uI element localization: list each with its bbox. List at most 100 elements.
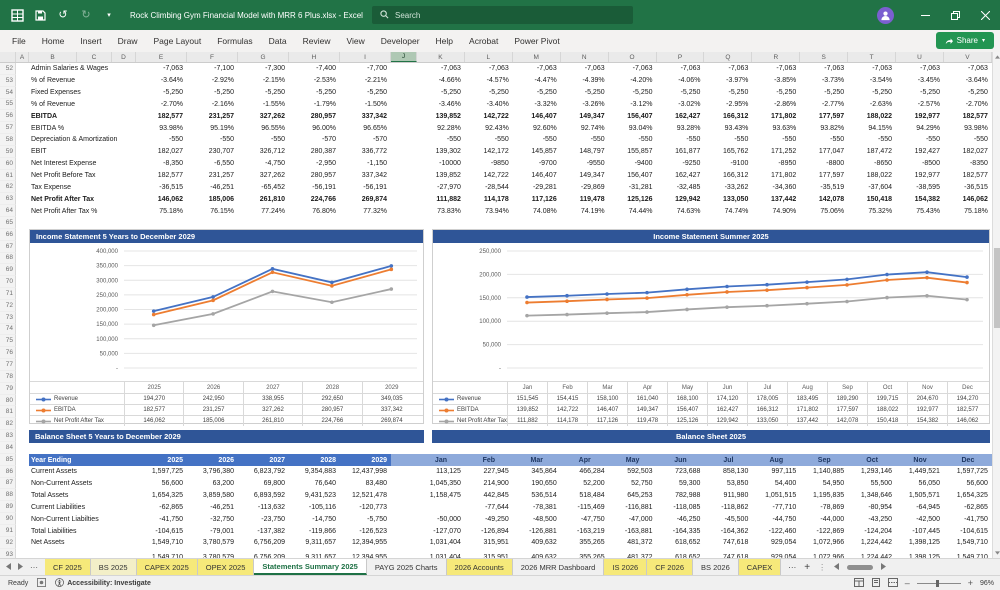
cell[interactable]: -550	[896, 134, 944, 146]
cell[interactable]: 74.74%	[704, 205, 752, 217]
scroll-up-icon[interactable]	[993, 52, 1000, 62]
cell[interactable]: -7,063	[136, 63, 187, 75]
cell[interactable]: 280,387	[289, 146, 340, 158]
cell[interactable]: -45,500	[704, 513, 752, 525]
cell[interactable]: -118,862	[704, 502, 752, 514]
cell[interactable]: 224,766	[289, 193, 340, 205]
cell[interactable]: -43,250	[848, 513, 896, 525]
ribbon-tab-home[interactable]: Home	[34, 30, 73, 52]
cell[interactable]: -29,281	[513, 181, 561, 193]
cell[interactable]: -3.54%	[848, 75, 896, 87]
cell[interactable]: -5,250	[465, 87, 513, 99]
cell[interactable]: -3.73%	[800, 75, 848, 87]
cell[interactable]: -3.32%	[513, 99, 561, 111]
cell[interactable]: 337,342	[340, 170, 391, 182]
horizontal-scroll-thumb[interactable]	[847, 564, 874, 570]
cell[interactable]	[391, 75, 417, 87]
cell[interactable]: -33,262	[704, 181, 752, 193]
cell[interactable]: -5,250	[752, 87, 800, 99]
ribbon-tab-page-layout[interactable]: Page Layout	[146, 30, 210, 52]
cell[interactable]: 96.00%	[289, 122, 340, 134]
cell[interactable]: 77.24%	[238, 205, 289, 217]
cell[interactable]: -7,063	[896, 63, 944, 75]
row-header-69[interactable]: 69	[0, 264, 16, 277]
page-layout-view-button[interactable]	[871, 577, 881, 589]
row-header-66[interactable]: 66	[0, 228, 16, 241]
row-header-93[interactable]: 93	[0, 548, 16, 558]
cell[interactable]: -27,970	[417, 181, 465, 193]
cell[interactable]: -550	[800, 134, 848, 146]
sheet-tab-capex[interactable]: CAPEX	[738, 559, 782, 575]
sheet-list-icon[interactable]: ⋯	[30, 563, 39, 572]
cell[interactable]: 1,654,325	[136, 490, 187, 502]
cell[interactable]: -550	[136, 134, 187, 146]
cell[interactable]: 345,864	[513, 466, 561, 478]
row-header-82[interactable]: 82	[0, 418, 16, 431]
sheet-tab-bs-2025[interactable]: BS 2025	[90, 559, 137, 575]
cell[interactable]: 76,640	[289, 478, 340, 490]
cell[interactable]: 12,394,955	[340, 537, 391, 549]
cell[interactable]: 139,852	[417, 170, 465, 182]
sheet-tab-cf-2025[interactable]: CF 2025	[45, 559, 91, 575]
cell[interactable]: -7,063	[561, 63, 609, 75]
cell[interactable]: 911,980	[704, 490, 752, 502]
cell[interactable]: -3.26%	[561, 99, 609, 111]
share-button[interactable]: Share ▾	[935, 32, 994, 49]
cell[interactable]: 162,427	[657, 170, 705, 182]
cell[interactable]: -4.20%	[609, 75, 657, 87]
row-header-67[interactable]: 67	[0, 240, 16, 253]
cell[interactable]: -1.79%	[289, 99, 340, 111]
cell[interactable]: -35,519	[800, 181, 848, 193]
cell[interactable]: 154,382	[896, 193, 944, 205]
row-label[interactable]: Admin Salaries & Wages	[16, 63, 136, 75]
cell[interactable]: 93.63%	[752, 122, 800, 134]
cell[interactable]: -550	[561, 134, 609, 146]
column-header-A[interactable]: A	[16, 52, 29, 62]
cell[interactable]: 142,078	[800, 193, 848, 205]
cell[interactable]: -8950	[752, 158, 800, 170]
cell[interactable]: -77,644	[465, 502, 513, 514]
cell[interactable]: -7,063	[513, 63, 561, 75]
cell[interactable]: -7,063	[704, 63, 752, 75]
ribbon-tab-review[interactable]: Review	[295, 30, 339, 52]
cell[interactable]: 1,224,442	[848, 537, 896, 549]
cell[interactable]	[391, 87, 417, 99]
ribbon-tab-formulas[interactable]: Formulas	[209, 30, 260, 52]
cell[interactable]: 315,951	[465, 537, 513, 549]
row-header-78[interactable]: 78	[0, 370, 16, 383]
cell[interactable]: 182,577	[136, 110, 187, 122]
sheet-tab-cf-2026[interactable]: CF 2026	[647, 559, 693, 575]
row-header-89[interactable]: 89	[0, 501, 16, 514]
cell[interactable]: 1,398,125	[896, 537, 944, 549]
cell[interactable]: 3,859,580	[187, 490, 238, 502]
cell[interactable]: 142,722	[465, 110, 513, 122]
cell[interactable]: -7,063	[800, 63, 848, 75]
cell[interactable]: 9,431,523	[289, 490, 340, 502]
cell[interactable]: 142,722	[465, 170, 513, 182]
cell[interactable]: 185,006	[187, 193, 238, 205]
cell[interactable]: -4,750	[238, 158, 289, 170]
cell[interactable]: 74.19%	[561, 205, 609, 217]
cell[interactable]: 55,500	[848, 478, 896, 490]
cell[interactable]: 336,772	[340, 146, 391, 158]
cell[interactable]: 75.06%	[800, 205, 848, 217]
cell[interactable]: 1,449,521	[896, 466, 944, 478]
row-label[interactable]: Current Liabilities	[16, 502, 136, 514]
cell[interactable]: 166,312	[704, 170, 752, 182]
cell[interactable]: -7,063	[848, 63, 896, 75]
sheet-tab-payg-2025-charts[interactable]: PAYG 2025 Charts	[366, 559, 447, 575]
cell[interactable]: -119,866	[289, 525, 340, 537]
cell[interactable]: -550	[944, 134, 992, 146]
cell[interactable]: 177,597	[800, 110, 848, 122]
row-header-70[interactable]: 70	[0, 276, 16, 289]
cell[interactable]: 75.18%	[136, 205, 187, 217]
row-label[interactable]: EBIT	[16, 146, 136, 158]
cell[interactable]: -550	[513, 134, 561, 146]
cell[interactable]: 114,178	[465, 193, 513, 205]
sheet-tab-2026-mrr-dashboard[interactable]: 2026 MRR Dashboard	[512, 559, 605, 575]
cell[interactable]: 3,780,579	[187, 549, 238, 558]
row-label[interactable]: Net Interest Expense	[16, 158, 136, 170]
select-all-corner[interactable]	[0, 52, 16, 62]
cell[interactable]: 93.04%	[609, 122, 657, 134]
cell[interactable]: 214,900	[465, 478, 513, 490]
